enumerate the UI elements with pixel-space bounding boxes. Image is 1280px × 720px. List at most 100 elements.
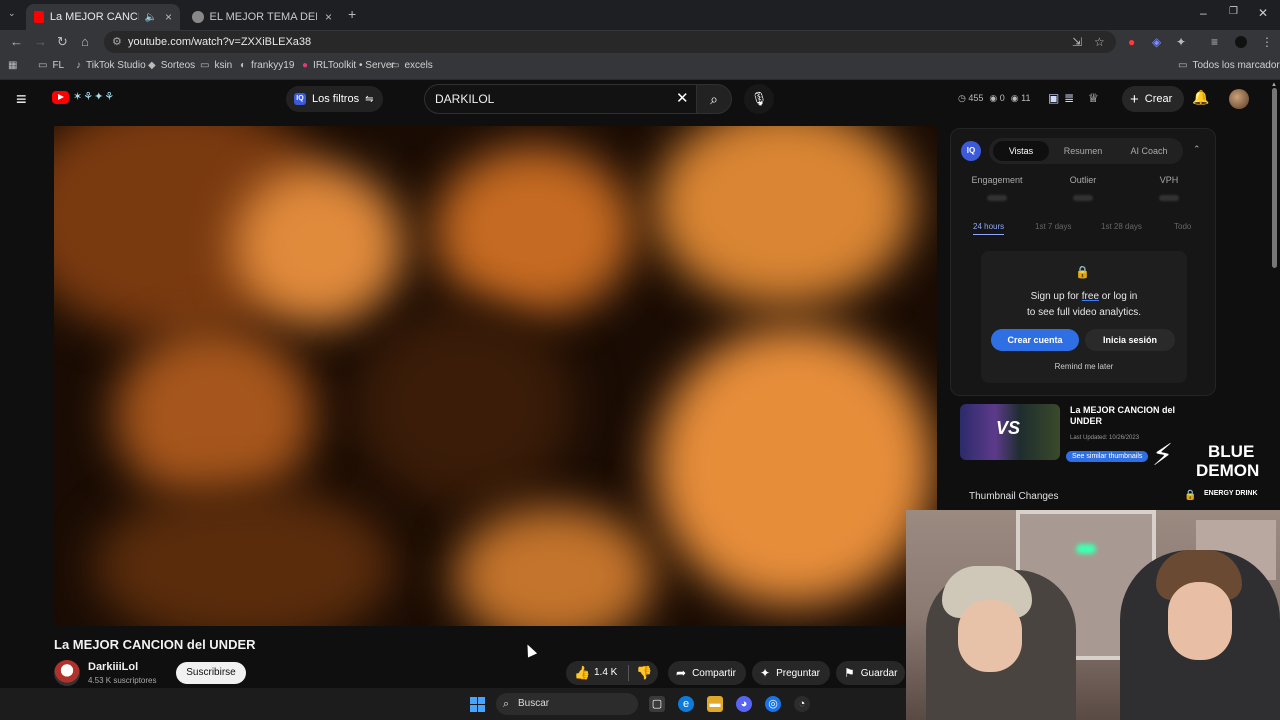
- reload-icon[interactable]: ↻: [57, 34, 68, 50]
- share-button[interactable]: ➦ Compartir: [668, 661, 746, 685]
- tab-search-icon[interactable]: ⌄: [8, 8, 16, 19]
- apps-grid-icon[interactable]: ▦: [8, 60, 22, 71]
- windows-start-icon[interactable]: [470, 697, 485, 712]
- save-button[interactable]: ⚑ Guardar: [836, 661, 906, 685]
- voice-search-button[interactable]: 🎙: [744, 84, 774, 114]
- thumbnail-changes-heading[interactable]: Thumbnail Changes: [969, 491, 1059, 502]
- bookmark-irltoolkit[interactable]: ● IRLToolkit • Server: [302, 60, 395, 71]
- new-tab-icon[interactable]: +: [348, 6, 356, 22]
- channel-avatar[interactable]: [54, 660, 80, 686]
- close-tab-icon[interactable]: ×: [325, 10, 332, 24]
- url-text: youtube.com/watch?v=ZXXiBLEXa38: [128, 36, 312, 48]
- forward-icon[interactable]: →: [34, 34, 47, 49]
- restore-icon[interactable]: ❐: [1229, 6, 1238, 17]
- video-frame-blob: [654, 126, 914, 306]
- create-account-button[interactable]: Crear cuenta: [991, 329, 1079, 351]
- taskbar-search[interactable]: ⌕ Buscar: [496, 693, 638, 715]
- video-title: La MEJOR CANCION del UNDER: [54, 637, 256, 652]
- video-player[interactable]: [54, 126, 937, 626]
- app-icon[interactable]: ◔: [794, 696, 810, 712]
- close-tab-icon[interactable]: ×: [165, 10, 172, 24]
- browser-toolbar: ← → ↻ ⌂ ⚙ youtube.com/watch?v=ZXXiBLEXa3…: [0, 30, 1280, 54]
- suggestion-updated: Last Updated: 10/26/2023: [1070, 435, 1140, 441]
- share-arrow-icon: ➦: [676, 666, 687, 680]
- home-icon[interactable]: ⌂: [81, 34, 89, 49]
- user-avatar[interactable]: [1229, 89, 1249, 109]
- channel-name[interactable]: DarkiiiLol: [88, 661, 138, 673]
- tab-active[interactable]: La MEJOR CANCION del UNDER 🔈 ×: [26, 4, 180, 30]
- signup-message: Sign up for free or log in: [1030, 291, 1138, 302]
- range-28d[interactable]: 1st 28 days: [1101, 222, 1142, 231]
- close-window-icon[interactable]: ✕: [1258, 6, 1268, 20]
- bookmark-ksin[interactable]: ▭ ksin: [200, 60, 232, 71]
- iq-icon[interactable]: ▣: [1048, 91, 1059, 105]
- video-frame-blob: [94, 486, 394, 626]
- tiktok-icon: ♪: [76, 60, 81, 71]
- all-bookmarks[interactable]: ▭Todos los marcadores: [1178, 60, 1280, 71]
- video-thumbnail[interactable]: VS: [960, 404, 1060, 460]
- file-explorer-icon[interactable]: ▬: [707, 696, 723, 712]
- range-all[interactable]: Todo: [1174, 222, 1191, 231]
- bookmark-sorteos[interactable]: ◆ Sorteos: [148, 60, 195, 71]
- like-thumb-icon[interactable]: 👍: [574, 665, 590, 681]
- search-input[interactable]: DARKILOL: [424, 84, 696, 114]
- search-button[interactable]: ⌕: [696, 84, 732, 114]
- task-view-icon[interactable]: ▢: [649, 696, 665, 712]
- hamburger-menu-icon[interactable]: ≡: [16, 89, 27, 110]
- remind-later-link[interactable]: Remind me later: [981, 362, 1187, 371]
- collapse-chevron-icon[interactable]: ⌃: [1193, 144, 1201, 155]
- extension-shield-icon[interactable]: ◈: [1152, 35, 1161, 49]
- ask-button[interactable]: ✦ Preguntar: [752, 661, 830, 685]
- discord-icon[interactable]: ◕: [736, 696, 752, 712]
- address-bar[interactable]: ⚙ youtube.com/watch?v=ZXXiBLEXa38: [104, 31, 1116, 53]
- login-button[interactable]: Inicia sesión: [1085, 329, 1175, 351]
- suggestion-title[interactable]: La MEJOR CANCION del UNDER: [1070, 405, 1190, 427]
- video-frame-blob: [234, 166, 404, 326]
- profile-icon[interactable]: [1235, 36, 1247, 48]
- range-24h[interactable]: 24 hours: [973, 222, 1005, 235]
- range-7d[interactable]: 1st 7 days: [1035, 222, 1071, 231]
- like-count[interactable]: 1.4 K: [594, 667, 617, 678]
- globe-favicon-icon: [192, 11, 204, 23]
- bookmark-star-icon[interactable]: ☆: [1094, 35, 1105, 49]
- list-icon[interactable]: ≣: [1064, 91, 1074, 105]
- sparkle-icon: ✦: [760, 666, 771, 680]
- similar-thumbnails-button[interactable]: See similar thumbnails: [1066, 451, 1149, 462]
- webcam-overlay: [906, 510, 1280, 720]
- extensions-puzzle-icon[interactable]: ✦: [1176, 35, 1186, 49]
- speaker-icon[interactable]: 🔈: [145, 12, 157, 23]
- reading-list-icon[interactable]: ≡: [1211, 35, 1218, 49]
- edge-icon[interactable]: e: [678, 696, 694, 712]
- back-icon[interactable]: ←: [10, 34, 23, 49]
- youtube-logo-icon[interactable]: [52, 91, 69, 104]
- tab-vistas[interactable]: Vistas: [993, 141, 1049, 161]
- clear-search-icon[interactable]: ✕: [676, 89, 689, 107]
- bookmarks-bar: ▦ ▭ FL ♪ TikTok Studio ◆ Sorteos ▭ ksin ◐ fra…: [0, 54, 1280, 80]
- metric-vph: VPH: [1129, 175, 1209, 201]
- eye-icon: ◉: [989, 93, 998, 103]
- bookmark-tiktok[interactable]: ♪ TikTok Studio: [76, 60, 146, 71]
- bookmark-fl[interactable]: ▭ FL: [38, 60, 64, 71]
- tab-resumen[interactable]: Resumen: [1055, 141, 1111, 161]
- tab-second[interactable]: EL MEJOR TEMA DEL UNDER B ×: [184, 4, 340, 30]
- bookmark-excels[interactable]: ▭ excels: [390, 60, 433, 71]
- notifications-bell-icon[interactable]: 🔔: [1192, 89, 1209, 106]
- plus-icon: +: [1130, 90, 1139, 108]
- filters-button[interactable]: IQ Los filtros ⇋: [286, 86, 384, 112]
- dislike-thumb-icon[interactable]: 👎: [636, 665, 652, 681]
- install-icon[interactable]: ⇲: [1072, 35, 1082, 49]
- chrome-icon[interactable]: ◎: [765, 696, 781, 712]
- minimize-icon[interactable]: –: [1200, 6, 1207, 20]
- page-scrollbar[interactable]: [1272, 88, 1277, 268]
- folder-icon: ▭: [390, 60, 400, 71]
- bookmark-frankyy19[interactable]: ◐ frankyy19: [240, 60, 294, 71]
- trophy-icon[interactable]: ♕: [1088, 91, 1099, 105]
- subscribe-button[interactable]: Suscribirse: [176, 662, 246, 684]
- tab-ai-coach[interactable]: AI Coach: [1119, 141, 1179, 161]
- site-info-icon[interactable]: ⚙: [112, 31, 122, 53]
- more-menu-icon[interactable]: ⋮: [1261, 35, 1273, 49]
- create-button[interactable]: + Crear: [1122, 86, 1185, 112]
- doodle-icon[interactable]: ✶⚘✦⚘: [73, 90, 115, 103]
- video-frame-blob: [654, 326, 934, 606]
- extension-record-icon[interactable]: ●: [1128, 35, 1135, 49]
